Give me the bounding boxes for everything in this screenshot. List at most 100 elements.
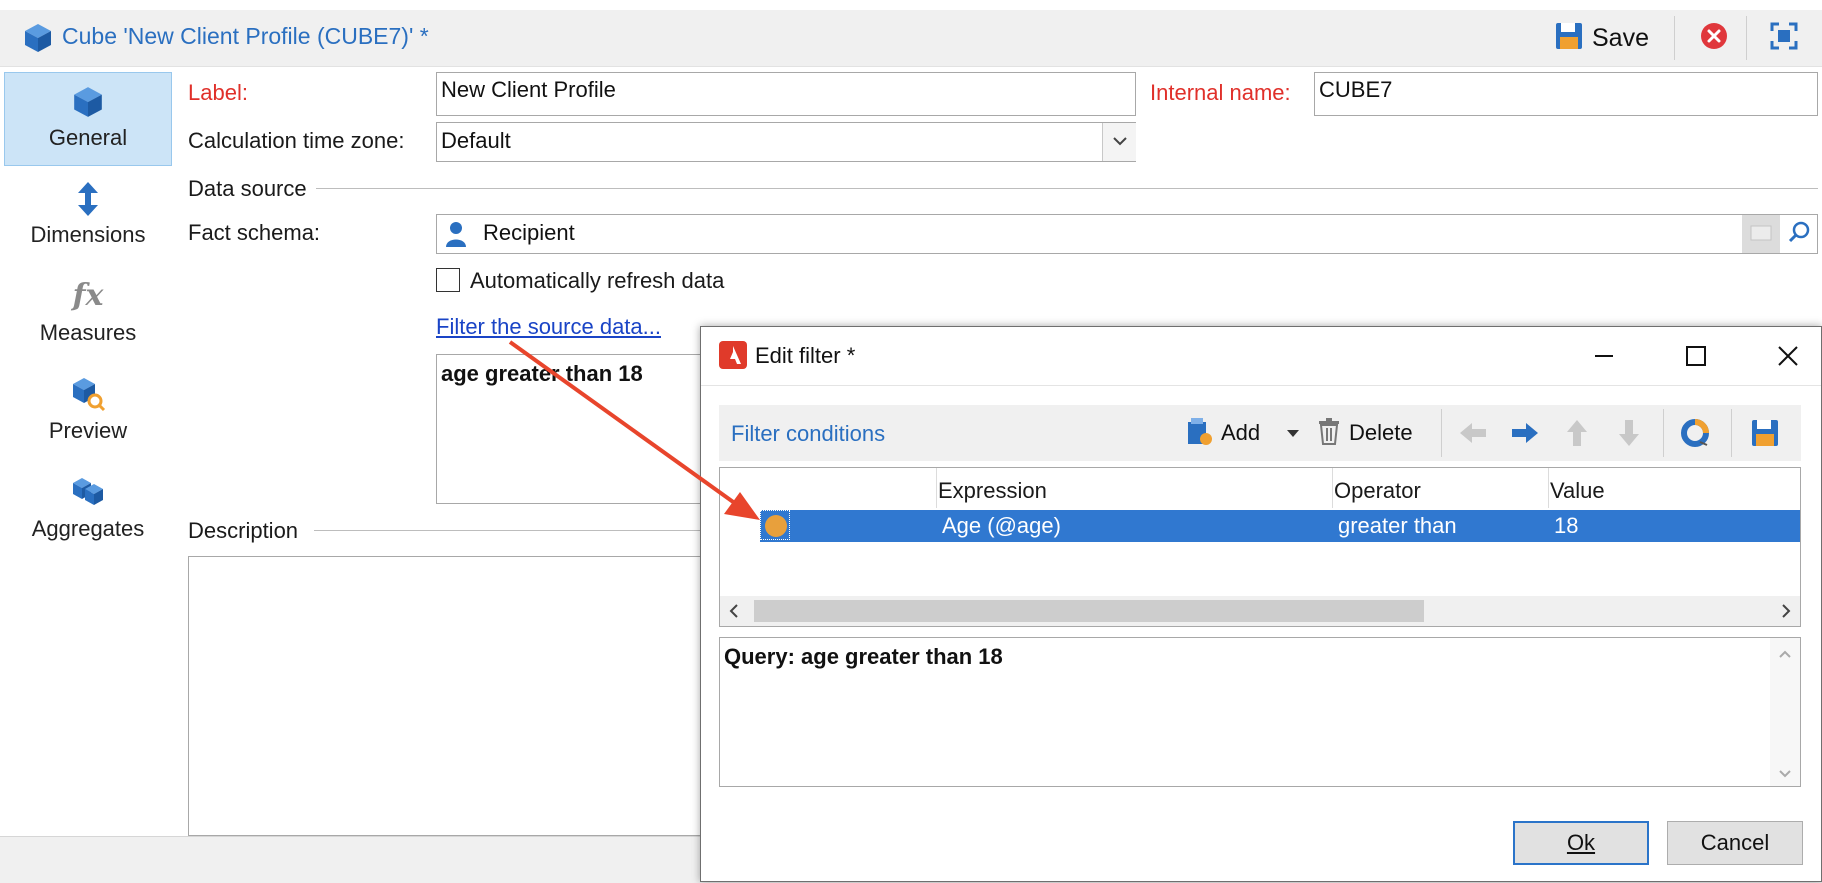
condition-status-dot-icon (764, 514, 788, 543)
chevron-down-icon (1778, 766, 1792, 784)
maximize-icon (1686, 346, 1706, 366)
close-circle-icon (1699, 21, 1729, 56)
query-preview-box: Query: age greater than 18 (719, 637, 1801, 787)
minimize-icon (1595, 355, 1613, 357)
fact-schema-field[interactable]: Recipient (436, 214, 1818, 254)
pie-chart-icon (1681, 419, 1709, 447)
row-status-cell (760, 510, 790, 540)
column-header-value[interactable]: Value (1550, 478, 1605, 504)
chevron-down-icon (1112, 133, 1128, 151)
toolbar-separator (1746, 16, 1747, 60)
data-source-caption: Data source (188, 176, 307, 201)
row-expression: Age (@age) (942, 513, 1061, 538)
label-caption: Label: (188, 80, 248, 105)
vertical-scrollbar[interactable] (1770, 638, 1800, 786)
toolbar-separator (1441, 409, 1442, 457)
add-condition-button[interactable]: Add (1185, 413, 1260, 453)
save-filter-button[interactable] (1743, 413, 1787, 453)
row-value: 18 (1554, 513, 1579, 538)
move-down-button[interactable] (1607, 413, 1651, 453)
maximize-panel-button[interactable] (1766, 20, 1802, 56)
nav-preview[interactable]: Preview (4, 364, 172, 458)
folder-icon (1750, 223, 1772, 246)
delete-label: Delete (1349, 420, 1413, 445)
query-text: Query: age greater than 18 (724, 644, 1003, 669)
move-up-button[interactable] (1555, 413, 1599, 453)
close-icon (1778, 346, 1798, 366)
search-icon (1787, 220, 1811, 249)
nav-label: Measures (39, 320, 137, 345)
arrow-left-icon (1460, 423, 1486, 443)
cancel-button[interactable]: Cancel (1667, 821, 1803, 865)
data-source-divider (316, 188, 1818, 189)
distribution-button[interactable] (1673, 413, 1717, 453)
fact-schema-value: Recipient (483, 220, 575, 245)
table-row[interactable]: Age (@age) greater than 18 (760, 510, 1800, 542)
grid-header: Expression Operator Value (720, 468, 1800, 508)
trash-icon (1317, 417, 1341, 450)
fullscreen-icon (1769, 21, 1799, 56)
nav-general[interactable]: General (4, 72, 172, 166)
dialog-title: Edit filter * (755, 343, 856, 368)
description-divider (314, 530, 704, 531)
internal-name-caption: Internal name: (1150, 80, 1291, 105)
dialog-title-divider (701, 385, 1821, 386)
filter-conditions-bar: Filter conditions Add Delete (719, 405, 1801, 461)
timezone-value: Default (441, 128, 511, 153)
toolbar-separator (1731, 409, 1732, 457)
cube-icon (22, 22, 54, 59)
save-button[interactable]: Save (1554, 18, 1649, 58)
ok-button[interactable]: Ok (1513, 821, 1649, 865)
column-header-expression[interactable]: Expression (938, 478, 1047, 504)
dialog-minimize-button[interactable] (1577, 335, 1631, 377)
dialog-titlebar: Edit filter * (701, 327, 1821, 385)
nav-label: Dimensions (30, 222, 146, 247)
horizontal-scrollbar[interactable] (720, 596, 1800, 626)
nav-aggregates[interactable]: Aggregates (4, 462, 172, 556)
chevron-right-icon (1780, 603, 1792, 624)
add-label: Add (1221, 420, 1261, 445)
fx-icon: fx (72, 278, 104, 313)
save-icon (1554, 21, 1584, 56)
arrow-up-icon (1567, 420, 1587, 446)
row-operator: greater than (1338, 513, 1457, 538)
fact-schema-caption: Fact schema: (188, 220, 321, 245)
dialog-close-button[interactable] (1761, 335, 1815, 377)
ok-label: Ok (1566, 830, 1596, 855)
auto-refresh-label: Automatically refresh data (470, 268, 725, 293)
move-right-button[interactable] (1503, 413, 1547, 453)
filter-summary-box: age greater than 18 (436, 354, 706, 504)
filter-source-link[interactable]: Filter the source data... (436, 314, 661, 340)
delete-condition-button[interactable]: Delete (1317, 413, 1413, 453)
move-left-button[interactable] (1451, 413, 1495, 453)
description-caption: Description (188, 518, 299, 543)
column-header-operator[interactable]: Operator (1334, 478, 1421, 504)
internal-name-field[interactable]: CUBE7 (1314, 72, 1818, 116)
save-icon (1752, 420, 1778, 446)
timezone-dropdown-button[interactable] (1102, 123, 1136, 161)
nav-dimensions[interactable]: Dimensions (4, 168, 172, 262)
add-dropdown-button[interactable] (1281, 413, 1305, 453)
nav-measures[interactable]: fx Measures (4, 266, 172, 360)
save-label: Save (1592, 23, 1649, 52)
window-title: Cube 'New Client Profile (CUBE7)' * (62, 23, 429, 49)
timezone-select[interactable]: Default (436, 122, 1136, 162)
person-icon (444, 220, 468, 253)
adobe-logo-icon (719, 341, 747, 374)
toolbar-separator (1663, 409, 1664, 457)
label-field[interactable]: New Client Profile (436, 72, 1136, 116)
fact-schema-search-button[interactable] (1781, 215, 1817, 253)
auto-refresh-checkbox[interactable] (436, 268, 460, 292)
nav-label: Aggregates (31, 516, 145, 541)
dialog-maximize-button[interactable] (1669, 335, 1723, 377)
arrow-right-icon (1512, 423, 1538, 443)
column-separator (936, 468, 937, 508)
scrollbar-thumb[interactable] (754, 600, 1424, 622)
caret-down-icon (1287, 430, 1299, 437)
chevron-up-icon (1778, 646, 1792, 664)
fact-schema-browse-button[interactable] (1742, 215, 1780, 253)
description-textarea[interactable] (188, 556, 708, 836)
cancel-window-button[interactable] (1696, 20, 1732, 56)
edit-filter-dialog: Edit filter * Filter conditions Add Dele… (700, 326, 1822, 882)
add-condition-icon (1185, 416, 1213, 451)
